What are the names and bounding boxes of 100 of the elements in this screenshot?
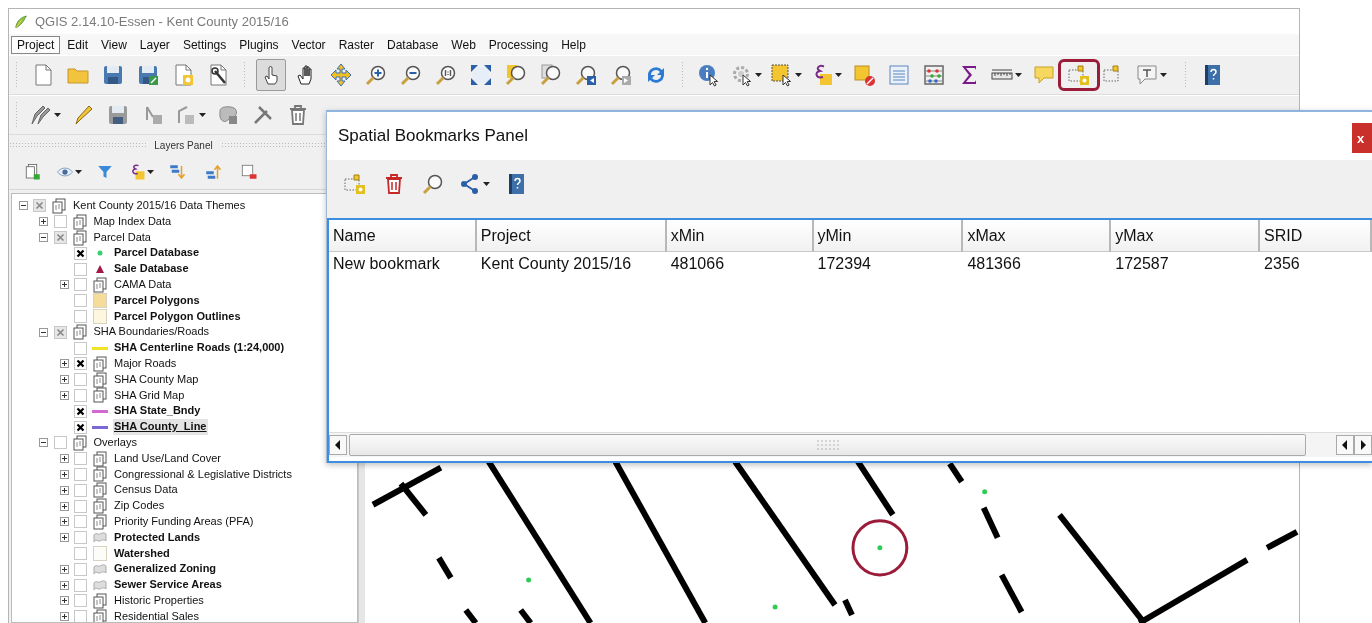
add-group-icon[interactable] <box>24 163 42 181</box>
column-header[interactable]: Project <box>476 220 667 252</box>
grip-icon[interactable] <box>815 439 840 451</box>
column-header[interactable]: SRID <box>1260 220 1372 252</box>
menu-item[interactable]: Layer <box>133 35 176 54</box>
collapse-all-icon[interactable] <box>204 163 222 181</box>
checkbox[interactable] <box>74 562 87 576</box>
menu-item[interactable]: Vector <box>285 35 332 54</box>
group-name[interactable]: Major Roads <box>113 355 178 372</box>
zoom-in-icon[interactable] <box>363 63 388 87</box>
horizontal-scrollbar[interactable] <box>329 432 1372 457</box>
group-name[interactable]: Parcel Data <box>92 229 152 246</box>
close-button[interactable]: x <box>1352 123 1372 153</box>
collapse-icon[interactable] <box>39 233 48 242</box>
checkbox[interactable] <box>74 341 87 355</box>
menu-item[interactable]: Project <box>11 35 61 54</box>
expand-icon[interactable] <box>59 596 69 606</box>
expand-icon[interactable] <box>59 359 69 369</box>
layer-name[interactable]: SHA State_Bndy <box>113 403 202 420</box>
expand-all-icon[interactable] <box>168 163 186 181</box>
zoom-last-icon[interactable] <box>573 63 598 87</box>
abacus-icon[interactable] <box>921 63 946 87</box>
checkbox[interactable] <box>74 278 87 292</box>
text-balloon-icon[interactable] <box>1134 63 1159 87</box>
checkbox[interactable] <box>74 578 87 592</box>
expand-icon[interactable] <box>59 580 69 590</box>
checkbox[interactable] <box>74 246 87 260</box>
zoom-actual-size-icon[interactable] <box>433 63 458 87</box>
group-name[interactable]: CAMA Data <box>113 277 173 293</box>
full-extent-icon[interactable] <box>468 63 493 87</box>
filter-icon[interactable] <box>96 163 114 181</box>
checkbox[interactable] <box>74 467 87 481</box>
column-header[interactable]: yMin <box>813 220 964 252</box>
expand-icon[interactable] <box>59 517 69 527</box>
checkbox[interactable] <box>53 325 67 339</box>
layer-name[interactable]: Protected Lands <box>113 529 202 546</box>
expand-icon[interactable] <box>59 612 69 622</box>
expand-icon[interactable] <box>59 501 69 511</box>
info-icon[interactable] <box>696 63 721 87</box>
checkbox[interactable] <box>74 373 87 387</box>
collapse-icon[interactable] <box>39 438 48 448</box>
group-name[interactable]: Map Index Data <box>92 213 173 230</box>
column-header[interactable]: yMax <box>1111 220 1261 252</box>
layer-name[interactable]: Watershed <box>113 545 171 562</box>
zoom-selection-icon[interactable] <box>538 63 563 87</box>
group-name[interactable]: Kent County 2015/16 Data Themes <box>72 198 247 214</box>
menu-item[interactable]: View <box>95 35 133 54</box>
layer-name[interactable]: Parcel Polygons <box>113 292 201 309</box>
deselect-icon[interactable] <box>851 63 876 87</box>
group-name[interactable]: SHA County Map <box>113 371 200 388</box>
group-name[interactable]: Priority Funding Areas (PFA) <box>113 513 255 530</box>
checkbox[interactable] <box>74 499 87 513</box>
checkbox[interactable] <box>74 610 87 622</box>
checkbox[interactable] <box>74 262 87 276</box>
expand-icon[interactable] <box>59 469 69 479</box>
layer-name[interactable]: Generalized Zoning <box>113 561 218 578</box>
checkbox[interactable] <box>53 215 67 229</box>
menu-item[interactable]: Help <box>555 35 592 54</box>
expand-icon[interactable] <box>59 375 69 385</box>
remove-layer-icon[interactable] <box>240 163 258 181</box>
checkbox[interactable] <box>74 420 87 434</box>
checkbox[interactable] <box>74 594 87 608</box>
column-header[interactable]: xMin <box>666 220 814 252</box>
zoom-out-icon[interactable] <box>398 63 423 87</box>
group-name[interactable]: Land Use/Land Cover <box>113 450 222 467</box>
checkbox[interactable] <box>53 231 67 244</box>
layer-name[interactable]: SHA Centerline Roads (1:24,000) <box>113 340 286 356</box>
checkbox[interactable] <box>74 546 87 560</box>
checkbox[interactable] <box>74 388 87 402</box>
group-name[interactable]: SHA Boundaries/Roads <box>92 324 211 341</box>
zoom-icon[interactable] <box>420 172 445 196</box>
group-name[interactable]: Census Data <box>113 482 179 499</box>
checkbox[interactable] <box>74 357 87 371</box>
menu-item[interactable]: Edit <box>61 35 95 54</box>
layer-name[interactable]: SHA County_Line <box>113 419 208 435</box>
expand-icon[interactable] <box>59 280 69 290</box>
menu-item[interactable]: Plugins <box>233 35 285 54</box>
expand-icon[interactable] <box>59 533 69 543</box>
checkbox[interactable] <box>74 309 87 323</box>
group-name[interactable]: Residential Sales <box>113 608 200 622</box>
checkbox[interactable] <box>74 452 87 466</box>
layer-name[interactable]: Parcel Polygon Outlines <box>113 308 242 325</box>
pan-arrows-icon[interactable] <box>328 63 353 87</box>
collapse-icon[interactable] <box>18 201 28 211</box>
expand-icon[interactable] <box>59 485 69 495</box>
zoom-layer-icon[interactable] <box>503 63 528 87</box>
menu-item[interactable]: Processing <box>482 35 555 54</box>
tool-button[interactable] <box>255 59 286 91</box>
select-icon[interactable] <box>769 63 794 87</box>
layer-name[interactable]: Parcel Database <box>113 245 200 262</box>
layer-name[interactable]: Sewer Service Areas <box>113 577 223 593</box>
expand-icon[interactable] <box>59 454 69 464</box>
collapse-icon[interactable] <box>39 327 48 337</box>
checkbox[interactable] <box>74 294 87 308</box>
group-name[interactable]: Overlays <box>92 434 138 451</box>
group-name[interactable]: SHA Grid Map <box>113 387 186 404</box>
checkbox[interactable] <box>74 515 87 529</box>
checkbox[interactable] <box>53 436 67 450</box>
menu-item[interactable]: Raster <box>332 35 380 54</box>
checkbox[interactable] <box>33 199 46 213</box>
